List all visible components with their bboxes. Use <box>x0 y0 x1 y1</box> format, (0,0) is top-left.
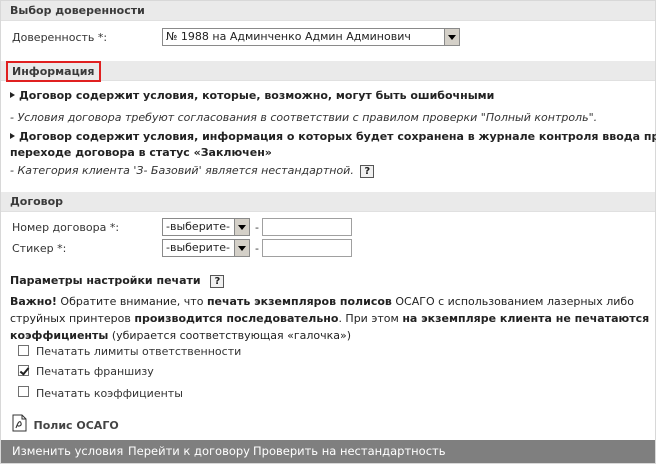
info-item-2-line-2: переходе договора в статус «Заключен» <box>10 146 272 159</box>
print-settings-title: Параметры настройки печати ? <box>10 274 225 288</box>
bullet-triangle-icon <box>10 92 15 98</box>
sticker-select[interactable]: -выберите- <box>162 239 250 257</box>
print-limits-label: Печатать лимиты ответственности <box>36 345 242 358</box>
proxy-section-title: Выбор доверенности <box>10 4 145 17</box>
info-item-2-line-1: Договор содержит условия, информация о к… <box>10 130 656 143</box>
info-section-title: Информация <box>12 65 95 78</box>
proxy-label: Доверенность *: <box>12 31 108 44</box>
sticker-dash: - <box>255 242 259 255</box>
info-item-1: Договор содержит условия, которые, возмо… <box>10 89 494 102</box>
print-limits-checkbox[interactable] <box>18 345 29 356</box>
info-note-2: - Категория клиента 'З- Базовий' являетс… <box>10 164 375 178</box>
contract-number-label: Номер договора *: <box>12 221 120 234</box>
help-icon[interactable]: ? <box>210 274 225 288</box>
help-icon[interactable]: ? <box>360 164 375 178</box>
contract-number-select[interactable]: -выберите- <box>162 218 250 236</box>
check-nonstandard-link[interactable]: Проверить на нестандартность <box>253 444 446 458</box>
change-terms-link[interactable]: Изменить условия <box>12 444 123 458</box>
chevron-down-icon <box>444 29 459 45</box>
bottom-action-bar: Изменить условия Перейти к договору Пров… <box>1 440 655 463</box>
print-deductible-checkbox[interactable] <box>18 365 29 376</box>
policy-osago-label: Полис ОСАГО <box>33 419 119 432</box>
print-deductible-label: Печатать франшизу <box>36 365 154 378</box>
contract-section-header: Договор <box>1 192 655 212</box>
pdf-document-icon <box>12 414 27 432</box>
bullet-triangle-icon <box>10 133 15 139</box>
chevron-down-icon <box>234 240 249 256</box>
chevron-down-icon <box>234 219 249 235</box>
policy-osago-link[interactable]: Полис ОСАГО <box>12 414 119 432</box>
contract-number-input[interactable] <box>262 218 352 236</box>
print-coefficients-label: Печатать коэффициенты <box>36 387 183 400</box>
print-warning: Важно! Обратите внимание, что печать экз… <box>10 295 650 342</box>
info-note-1: - Условия договора требуют согласования … <box>10 111 598 124</box>
sticker-input[interactable] <box>262 239 352 257</box>
sticker-label: Стикер *: <box>12 242 67 255</box>
contract-section-title: Договор <box>10 195 64 208</box>
print-coefficients-checkbox[interactable] <box>18 386 29 397</box>
proxy-select-value: № 1988 на Админченко Админ Админович <box>166 30 411 43</box>
info-section-title-highlight: Информация <box>6 61 101 82</box>
proxy-section-header: Выбор доверенности <box>1 1 655 21</box>
contract-number-dash: - <box>255 221 259 234</box>
proxy-select[interactable]: № 1988 на Админченко Админ Админович <box>162 28 460 46</box>
go-to-contract-link[interactable]: Перейти к договору <box>128 444 250 458</box>
